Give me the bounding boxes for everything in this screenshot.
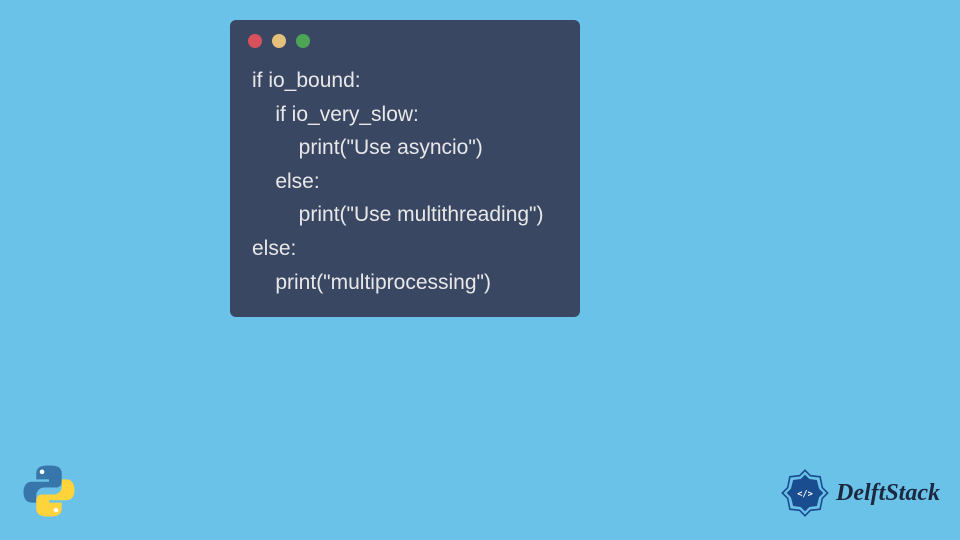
code-line: print("multiprocessing") xyxy=(252,271,491,294)
close-dot-icon xyxy=(248,34,262,48)
svg-text:</>: </> xyxy=(797,489,813,499)
code-line: print("Use asyncio") xyxy=(252,136,483,159)
code-line: print("Use multithreading") xyxy=(252,203,544,226)
code-line: if io_bound: xyxy=(252,69,361,92)
code-line: else: xyxy=(252,237,296,260)
maximize-dot-icon xyxy=(296,34,310,48)
code-window: if io_bound: if io_very_slow: print("Use… xyxy=(230,20,580,317)
delftstack-text: DelftStack xyxy=(836,480,940,507)
python-logo-icon xyxy=(20,462,78,520)
code-content: if io_bound: if io_very_slow: print("Use… xyxy=(230,58,580,299)
code-line: else: xyxy=(252,170,320,193)
window-controls xyxy=(230,20,580,58)
code-line: if io_very_slow: xyxy=(252,103,419,126)
minimize-dot-icon xyxy=(272,34,286,48)
delftstack-badge-icon: </> xyxy=(778,466,832,520)
delftstack-logo: </> DelftStack xyxy=(778,466,940,520)
